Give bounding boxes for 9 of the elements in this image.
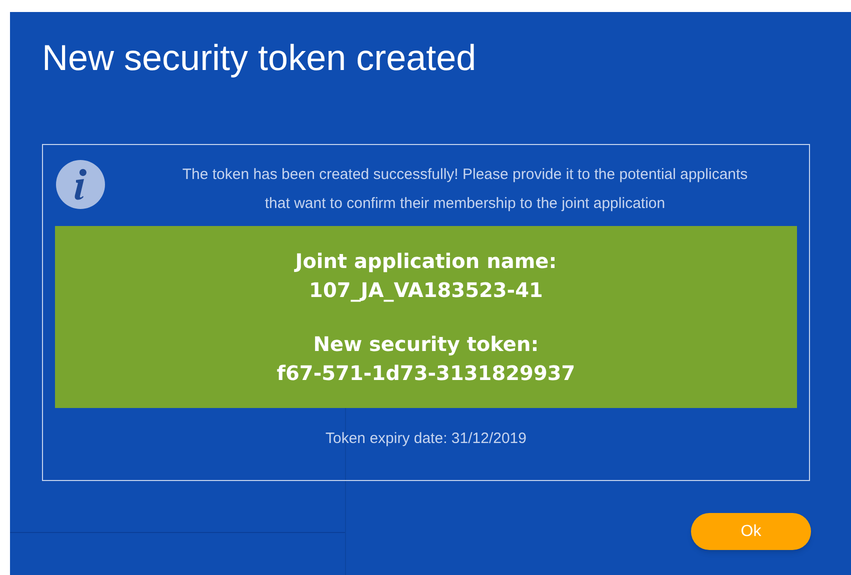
ok-button[interactable]: Ok (691, 513, 811, 550)
token-expiry-date: Token expiry date: 31/12/2019 (326, 429, 526, 449)
dialog-title: New security token created (42, 36, 478, 80)
security-token: f67-571-1d73-3131829937 (276, 360, 576, 386)
info-icon (56, 160, 105, 209)
token-label: New security token: (313, 330, 539, 358)
info-message: The token has been created successfully! Please provide it to the potential applicants that want to confirm their membership to the joint application (181, 165, 749, 214)
joint-application-name: 107_JA_VA183523-41 (309, 276, 543, 304)
joint-application-label: Joint application name: (295, 248, 557, 274)
